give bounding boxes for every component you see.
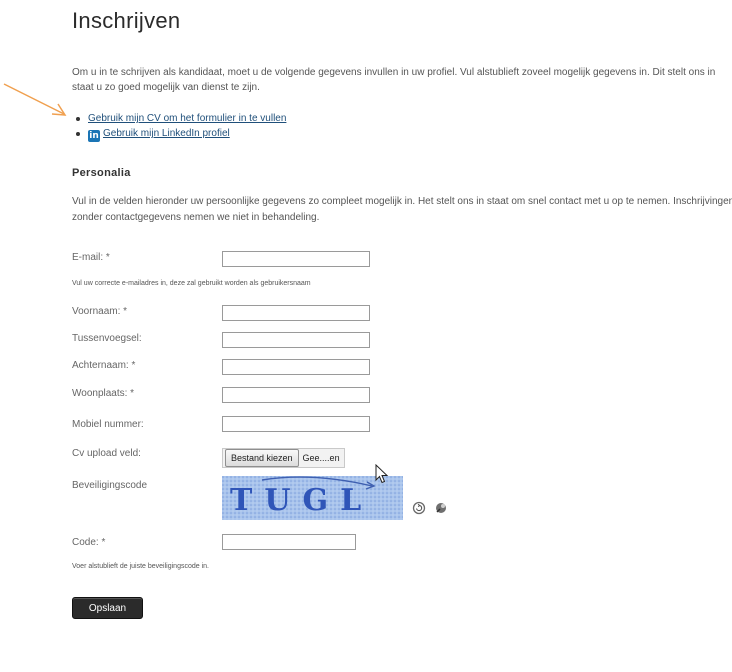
achternaam-field[interactable] bbox=[222, 359, 370, 375]
cv-upload-input[interactable]: Bestand kiezen Gee....en bbox=[222, 448, 345, 468]
registration-page: Inschrijven Om u in te schrijven als kan… bbox=[0, 0, 732, 672]
woonplaats-field[interactable] bbox=[222, 387, 370, 403]
annotation-arrow-icon bbox=[3, 83, 67, 116]
import-options-list: Gebruik mijn CV om het formulier in te v… bbox=[72, 112, 286, 142]
refresh-icon[interactable] bbox=[412, 501, 426, 515]
mouse-cursor-icon bbox=[375, 464, 389, 484]
code-hint: Voer alstublieft de juiste beveiligingsc… bbox=[72, 563, 209, 570]
email-hint: Vul uw correcte e-mailadres in, deze zal… bbox=[72, 280, 311, 287]
woonplaats-label: Woonplaats: * bbox=[72, 388, 135, 399]
list-item: Gebruik mijn CV om het formulier in te v… bbox=[72, 112, 286, 127]
bullet-icon bbox=[76, 117, 80, 121]
achternaam-label: Achternaam: * bbox=[72, 360, 136, 371]
use-cv-link[interactable]: Gebruik mijn CV om het formulier in te v… bbox=[88, 113, 286, 124]
tussenvoegsel-label: Tussenvoegsel: bbox=[72, 333, 142, 344]
code-label: Code: * bbox=[72, 537, 106, 548]
mobiel-label: Mobiel nummer: bbox=[72, 419, 144, 430]
chosen-filename: Gee....en bbox=[302, 453, 340, 463]
linkedin-icon[interactable]: in bbox=[88, 130, 100, 142]
cv-upload-label: Cv upload veld: bbox=[72, 448, 141, 459]
voornaam-field[interactable] bbox=[222, 305, 370, 321]
voornaam-label: Voornaam: * bbox=[72, 306, 128, 317]
intro-text: Om u in te schrijven als kandidaat, moet… bbox=[72, 67, 716, 93]
audio-icon[interactable] bbox=[434, 501, 448, 515]
email-label: E-mail: * bbox=[72, 252, 110, 263]
code-field[interactable] bbox=[222, 534, 356, 550]
bullet-icon bbox=[76, 132, 80, 136]
captcha-text: TUGL bbox=[230, 483, 373, 518]
page-title: Inschrijven bbox=[72, 8, 181, 33]
personalia-description: Vul in de velden hieronder uw persoonlij… bbox=[72, 196, 732, 223]
section-heading-personalia: Personalia bbox=[72, 167, 131, 179]
beveiligingscode-label: Beveiligingscode bbox=[72, 480, 148, 491]
save-button[interactable]: Opslaan bbox=[72, 597, 143, 619]
choose-file-button[interactable]: Bestand kiezen bbox=[225, 449, 299, 467]
email-field[interactable] bbox=[222, 251, 370, 267]
use-linkedin-link[interactable]: Gebruik mijn LinkedIn profiel bbox=[103, 128, 230, 139]
mobiel-field[interactable] bbox=[222, 416, 370, 432]
list-item: in Gebruik mijn LinkedIn profiel bbox=[72, 127, 286, 142]
tussenvoegsel-field[interactable] bbox=[222, 332, 370, 348]
